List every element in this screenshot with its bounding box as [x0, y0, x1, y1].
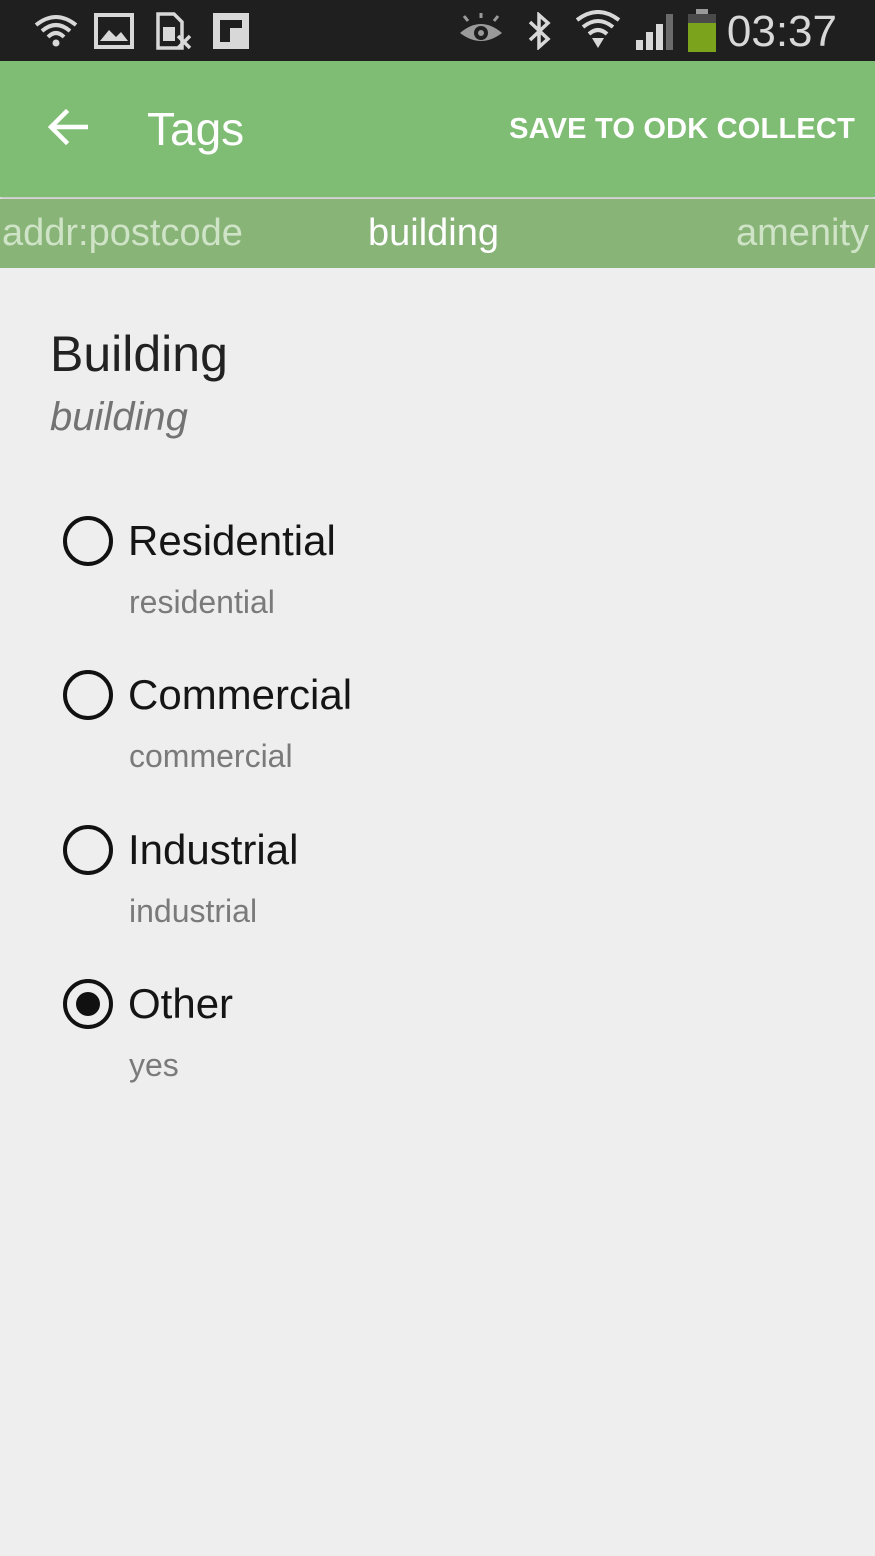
option-label: Residential	[128, 517, 336, 564]
radio-button-unchecked[interactable]	[63, 670, 113, 720]
option-value: yes	[129, 1047, 179, 1083]
tab-addr-postcode[interactable]: addr:postcode	[2, 209, 243, 257]
status-time: 03:37	[726, 7, 837, 56]
radio-button-checked[interactable]	[63, 979, 113, 1029]
option-commercial[interactable]: Commercial commercial	[60, 670, 760, 800]
tag-tab-strip: addr:postcode building amenity	[0, 199, 875, 268]
eye-icon	[458, 12, 504, 50]
option-value: commercial	[129, 738, 293, 774]
sim-card-icon	[154, 12, 194, 50]
option-other[interactable]: Other yes	[60, 979, 760, 1109]
arrow-back-icon	[47, 108, 89, 150]
signal-icon	[634, 12, 678, 50]
tab-building[interactable]: building	[368, 209, 499, 257]
page-title: Tags	[147, 103, 245, 155]
bluetooth-icon	[526, 12, 554, 50]
radio-button-unchecked[interactable]	[63, 825, 113, 875]
option-label: Industrial	[128, 826, 299, 873]
back-button[interactable]	[36, 97, 100, 161]
option-value: residential	[129, 584, 275, 620]
battery-icon	[686, 9, 720, 52]
tag-editor-content: Building building Residential residentia…	[0, 268, 875, 1556]
option-label: Other	[128, 980, 234, 1027]
option-label: Commercial	[128, 671, 353, 718]
wifi-notification-icon	[34, 12, 78, 50]
tag-key: building	[50, 395, 188, 439]
option-industrial[interactable]: Industrial industrial	[60, 825, 760, 955]
status-bar: 03:37	[0, 0, 875, 61]
tab-amenity[interactable]: amenity	[736, 209, 869, 257]
tag-title: Building	[50, 326, 228, 382]
save-to-odk-collect-button[interactable]: SAVE TO ODK COLLECT	[509, 107, 855, 151]
flipboard-icon	[212, 12, 250, 50]
radio-selected-dot	[76, 992, 100, 1016]
option-value: industrial	[129, 893, 258, 929]
app-bar: Tags SAVE TO ODK COLLECT	[0, 61, 875, 197]
image-icon	[94, 12, 134, 50]
wifi-icon	[574, 10, 622, 50]
option-residential[interactable]: Residential residential	[60, 516, 760, 646]
radio-button-unchecked[interactable]	[63, 516, 113, 566]
